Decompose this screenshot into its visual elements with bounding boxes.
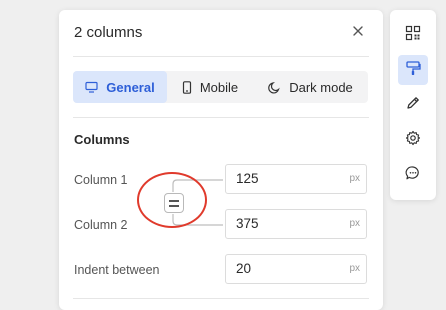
settings-button[interactable] — [398, 125, 428, 155]
tabs-divider — [73, 117, 369, 118]
close-icon[interactable] — [351, 24, 365, 38]
panel-header: 2 columns — [59, 10, 383, 56]
tab-general-label: General — [106, 79, 155, 95]
paint-roller-icon — [405, 60, 421, 81]
edit-button[interactable] — [398, 90, 428, 120]
bottom-divider — [73, 298, 369, 299]
qr-code-button[interactable] — [398, 20, 428, 50]
settings-panel: 2 columns General Mobile Dark mode Colum… — [59, 10, 383, 310]
qr-code-icon — [405, 25, 421, 46]
mobile-icon — [182, 80, 192, 94]
gear-icon — [405, 130, 421, 151]
column2-input[interactable] — [236, 216, 336, 231]
column2-field: px — [225, 209, 367, 239]
panel-title: 2 columns — [74, 24, 143, 41]
dark-mode-icon — [268, 81, 281, 94]
tab-mobile-label: Mobile — [199, 79, 239, 95]
tab-dark-mode[interactable]: Dark mode — [253, 71, 368, 103]
indent-input[interactable] — [236, 261, 336, 276]
column1-field: px — [225, 164, 367, 194]
chat-bubble-icon — [405, 165, 421, 186]
style-button[interactable] — [398, 55, 428, 85]
side-toolbar — [390, 10, 436, 200]
indent-unit: px — [349, 263, 360, 274]
column2-label: Column 2 — [74, 218, 128, 232]
column1-label: Column 1 — [74, 173, 128, 187]
tab-mobile[interactable]: Mobile — [169, 71, 251, 103]
monitor-icon — [85, 81, 98, 93]
device-tabs: General Mobile Dark mode — [73, 71, 368, 103]
comment-button[interactable] — [398, 160, 428, 190]
tab-general[interactable]: General — [73, 71, 167, 103]
column2-unit: px — [349, 218, 360, 229]
indent-label: Indent between — [74, 263, 160, 277]
tab-dark-mode-label: Dark mode — [289, 79, 353, 95]
header-divider — [73, 56, 369, 57]
column1-input[interactable] — [236, 171, 336, 186]
highlight-circle — [137, 172, 207, 228]
section-title-columns: Columns — [74, 132, 130, 147]
indent-field: px — [225, 254, 367, 284]
pencil-icon — [405, 95, 421, 116]
column1-unit: px — [349, 173, 360, 184]
